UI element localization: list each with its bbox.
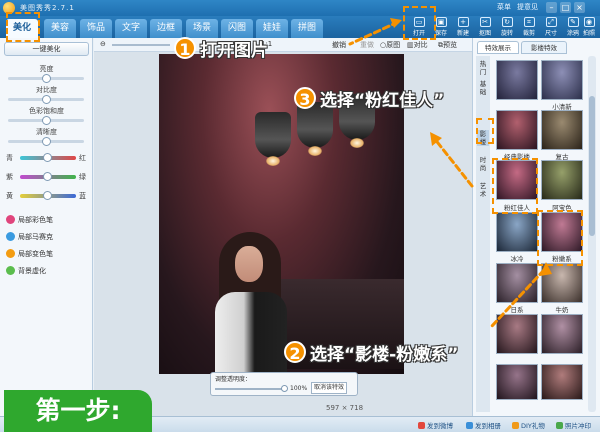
tutorial-arrows [348, 18, 552, 328]
arrow-to-open [348, 20, 400, 46]
callout-step1: 1 打开图片 [174, 36, 268, 61]
arrowhead [540, 262, 552, 276]
callout-step2: 2 选择“影楼-粉嫩系” [284, 340, 458, 365]
step-title: 第一步: [4, 390, 152, 432]
arrowhead [390, 18, 402, 28]
arrow-to-pink-beauty [432, 136, 474, 188]
callout-step3: 3 选择“粉红佳人” [294, 86, 444, 111]
arrow-to-studio [490, 268, 546, 328]
